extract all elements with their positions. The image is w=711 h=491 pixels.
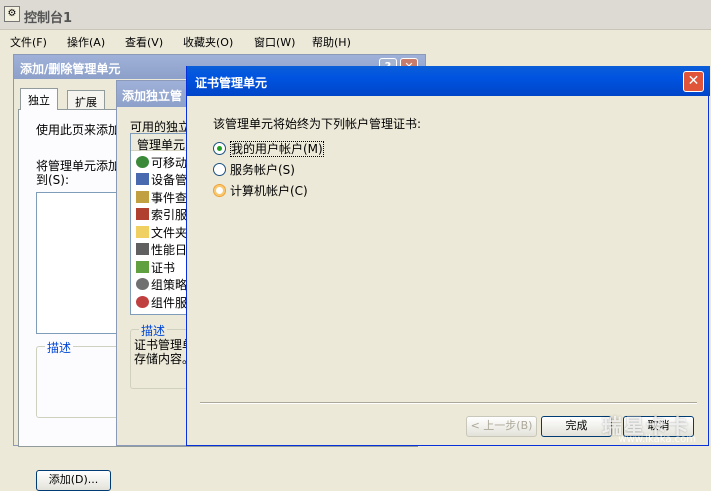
list-item[interactable]: 事件查 (136, 189, 187, 206)
standalone-intro-text: 使用此页来添加 (36, 123, 121, 137)
folder-icon (136, 226, 149, 238)
cert-dialog-close-icon[interactable]: ✕ (683, 71, 704, 92)
tab-extensions[interactable]: 扩展 (67, 90, 105, 110)
snapin-description-line2: 存储内容。 (134, 352, 195, 366)
add-button[interactable]: 添加(D)... (36, 470, 111, 491)
list-item[interactable]: 性能日 (136, 241, 187, 258)
component-services-icon (136, 296, 149, 308)
menu-view[interactable]: 查看(V) (125, 34, 163, 50)
radio-selected-icon (213, 142, 226, 155)
list-item[interactable]: 组件服 (136, 294, 187, 311)
description-label: 描述 (45, 339, 74, 356)
available-snapins-list[interactable]: 管理单元 可移动 设备管 事件查 索引服 文件夹 性能日 证书 组策略 组件服 (130, 133, 191, 315)
list-item[interactable]: 设备管 (136, 171, 187, 188)
cert-prompt-text: 该管理单元将始终为下列帐户管理证书: (213, 117, 422, 131)
cert-dialog-titlebar: 证书管理单元 ✕ (187, 66, 710, 96)
back-button[interactable]: < 上一步(B) (466, 416, 537, 437)
tab-standalone[interactable]: 独立 (20, 88, 58, 110)
radio-hover-icon (213, 184, 226, 197)
removable-storage-icon (136, 156, 149, 168)
cert-dialog-title: 证书管理单元 (195, 76, 268, 90)
main-window-title: 控制台1 (24, 11, 73, 26)
cert-dialog-body: 该管理单元将始终为下列帐户管理证书: 我的用户帐户(M) 服务帐户(S) 计算机… (187, 96, 708, 368)
list-item[interactable]: 文件夹 (136, 224, 187, 241)
menu-action[interactable]: 操作(A) (67, 34, 105, 50)
add-remove-dialog-title: 添加/删除管理单元 (20, 62, 121, 76)
radio-my-user-account[interactable]: 我的用户帐户(M) (213, 140, 324, 157)
certificate-icon (136, 261, 149, 273)
menu-help[interactable]: 帮助(H) (312, 34, 351, 50)
add-to-label-line2: 到(S): (36, 173, 70, 187)
menu-window[interactable]: 窗口(W) (254, 34, 295, 50)
certificates-snapin-dialog: 证书管理单元 ✕ 该管理单元将始终为下列帐户管理证书: 我的用户帐户(M) 服务… (186, 66, 710, 446)
column-header-snapin[interactable]: 管理单元 (131, 134, 191, 152)
list-item[interactable]: 索引服 (136, 206, 187, 223)
list-item[interactable]: 组策略 (136, 276, 187, 293)
list-item[interactable]: 证书 (136, 259, 175, 276)
list-item[interactable]: 可移动 (136, 154, 187, 171)
radio-service-account[interactable]: 服务帐户(S) (213, 161, 295, 178)
watermark-url: www.ikaka.com (618, 434, 696, 445)
console-app-icon: ⚙ (4, 6, 20, 22)
menu-bar: 文件(F) 操作(A) 查看(V) 收藏夹(O) 窗口(W) 帮助(H) (0, 30, 711, 52)
footer-divider (200, 402, 697, 404)
menu-favorites[interactable]: 收藏夹(O) (183, 34, 233, 50)
radio-icon (213, 163, 226, 176)
radio-computer-account[interactable]: 计算机帐户(C) (213, 182, 308, 199)
menu-file[interactable]: 文件(F) (10, 34, 47, 50)
performance-logs-icon (136, 243, 149, 255)
main-titlebar: ⚙ 控制台1 (0, 0, 711, 30)
indexing-service-icon (136, 208, 149, 220)
group-policy-icon (136, 278, 149, 290)
device-manager-icon (136, 173, 149, 185)
event-viewer-icon (136, 191, 149, 203)
